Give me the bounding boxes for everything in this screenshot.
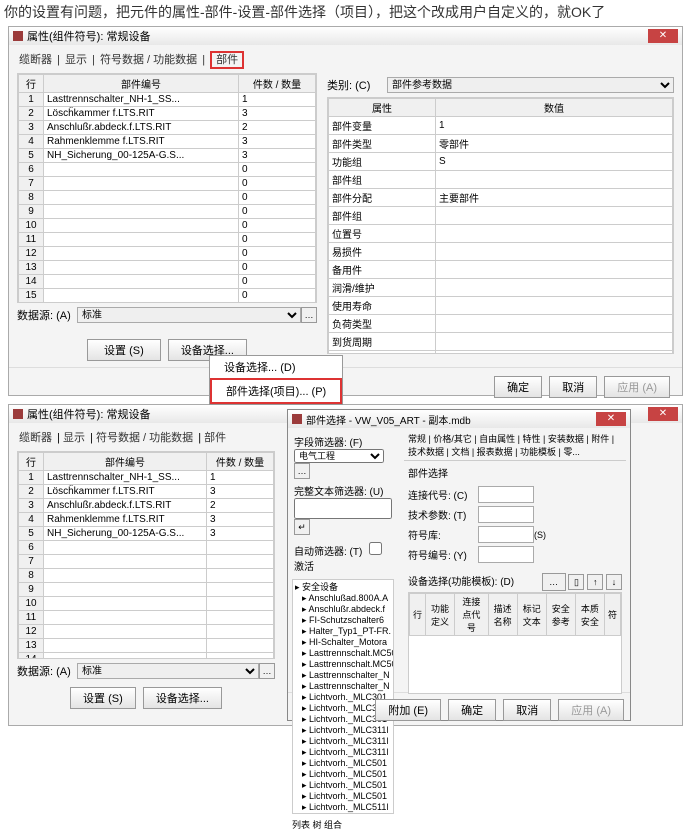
tree-item[interactable]: ▸ Lasttrennschalter_N: [295, 681, 391, 692]
view-tabs[interactable]: 列表 树 组合: [290, 816, 398, 833]
part-select-popup: 部件选择 - VW_V05_ART - 副本.mdb ✕ 字段筛选器: (F) …: [287, 409, 631, 721]
popup-add-button[interactable]: 附加 (E): [375, 699, 441, 721]
tab-cable[interactable]: 缆断器: [19, 432, 52, 444]
conn-label: 连接代号: (C): [408, 487, 478, 502]
tree-item[interactable]: ▸ Lasttrennschalt.MC501: [295, 659, 391, 670]
col-attr: 属性: [329, 99, 436, 117]
tree-item[interactable]: ▸ Anschlußad.800A.A: [295, 593, 391, 604]
tech-input[interactable]: [478, 506, 534, 523]
ok-button[interactable]: 确定: [494, 376, 542, 398]
close-button[interactable]: ✕: [648, 407, 678, 421]
app-icon: [292, 414, 302, 424]
col-qty: 件数 / 数量: [239, 75, 316, 93]
autofilter-label: 自动筛选器: (T): [294, 547, 362, 558]
popup-title: 部件选择 - VW_V05_ART - 副本.mdb: [306, 412, 471, 427]
menu-part-select-project[interactable]: 部件选择(项目)... (P): [210, 378, 342, 404]
datasource-select[interactable]: 标准: [77, 307, 301, 323]
autofilter-check[interactable]: [369, 542, 382, 555]
datasource-browse-2[interactable]: …: [259, 663, 275, 679]
popup-ok-button[interactable]: 确定: [448, 699, 496, 721]
tree-item[interactable]: ▸ HI-Schalter_Motora: [295, 637, 391, 648]
datasource-label: 数据源: (A): [17, 663, 77, 679]
tree-item[interactable]: ▸ Lichtvorh._MLC501: [295, 780, 391, 791]
close-button[interactable]: ✕: [648, 29, 678, 43]
fulltext-go[interactable]: ↵: [294, 519, 310, 535]
devsel-browse[interactable]: …: [542, 573, 566, 591]
tree-item[interactable]: ▸ Lichtvorh._MLC311l: [295, 736, 391, 747]
popup-close[interactable]: ✕: [596, 412, 626, 426]
symnum-label: 符号编号: (Y): [408, 547, 478, 562]
tab-parts[interactable]: 部件: [210, 51, 244, 69]
tree-item[interactable]: ▸ Lichtvorh._MLC501: [295, 791, 391, 802]
fulltext-input[interactable]: [294, 498, 392, 519]
part-select-section: 部件选择: [408, 465, 622, 480]
tree-item[interactable]: ▸ Lichtvorh._MLC511l: [295, 802, 391, 813]
tree-item[interactable]: ▸ Lichtvorh._MLC311l: [295, 747, 391, 758]
app-icon: [13, 31, 23, 41]
settings-dropdown: 设备选择... (D) 部件选择(项目)... (P): [209, 355, 343, 405]
category-label: 类别: (C): [327, 77, 387, 93]
parts-table-2[interactable]: 行 部件编号 件数 / 数量 1Lasttrennschalter_NH-1_S…: [18, 452, 274, 659]
sym-label: 符号库:: [408, 527, 478, 542]
datasource-label: 数据源: (A): [17, 307, 77, 323]
tab-parts[interactable]: 部件: [204, 432, 226, 444]
field-filter-label: 字段筛选器: (F): [294, 434, 394, 449]
conn-input[interactable]: [478, 486, 534, 503]
tab-display[interactable]: 显示: [63, 432, 85, 444]
devsel-down[interactable]: ↓: [606, 574, 622, 590]
tree-item[interactable]: ▸ Lichtvorh._MLC501: [295, 769, 391, 780]
tab-strip-1: 缆断器 | 显示 | 符号数据 / 功能数据 | 部件: [9, 45, 682, 69]
cancel-button[interactable]: 取消: [549, 376, 597, 398]
popup-apply-button[interactable]: 应用 (A): [558, 699, 624, 721]
popup-cancel-button[interactable]: 取消: [503, 699, 551, 721]
sym-input[interactable]: [478, 526, 534, 543]
tab-symboldata[interactable]: 符号数据 / 功能数据: [96, 432, 193, 444]
tree-item[interactable]: ▸ Lasttrennschalt.MC501: [295, 648, 391, 659]
properties-window-1: 属性(组件符号): 常规设备 ✕ 缆断器 | 显示 | 符号数据 / 功能数据 …: [8, 26, 683, 396]
tree-item[interactable]: ▸ Lichtvorh._MLC501: [295, 758, 391, 769]
field-filter-select[interactable]: 电气工程: [294, 449, 384, 463]
device-select-button-2[interactable]: 设备选择...: [143, 687, 222, 709]
filter-browse[interactable]: …: [294, 463, 310, 479]
fulltext-label: 完整文本筛选器: (U): [294, 483, 394, 498]
instruction-text: 你的设置有问题，把元件的属性-部件-设置-部件选择（项目），把这个改成用户自定义…: [0, 0, 691, 24]
app-icon: [13, 409, 23, 419]
settings-button[interactable]: 设置 (S): [87, 339, 161, 361]
col-val: 数值: [436, 99, 673, 117]
col-row: 行: [19, 75, 44, 93]
col-partno: 部件编号: [44, 75, 239, 93]
category-select[interactable]: 部件参考数据: [387, 77, 674, 93]
symnum-input[interactable]: [478, 546, 534, 563]
menu-device-select[interactable]: 设备选择... (D): [210, 356, 342, 378]
datasource-select-2[interactable]: 标准: [77, 663, 259, 679]
parts-table[interactable]: 行 部件编号 件数 / 数量 1Lasttrennschalter_NH-1_S…: [18, 74, 316, 303]
tree-item[interactable]: ▸ Lichtvorh._MLC311l: [295, 725, 391, 736]
titlebar-1: 属性(组件符号): 常规设备 ✕: [9, 27, 682, 45]
properties-window-2: 属性(组件符号): 常规设备 ✕ 缆断器 | 显示 | 符号数据 / 功能数据 …: [8, 404, 683, 726]
tech-label: 技术参数: (T): [408, 507, 478, 522]
device-template-table[interactable]: 行功能定义连接点代号描述名称标记文本安全参考本质安全符: [408, 592, 622, 694]
tree-item[interactable]: ▸ Anschlußr.abdeck.f: [295, 604, 391, 615]
apply-button[interactable]: 应用 (A): [604, 376, 670, 398]
settings-button-2[interactable]: 设置 (S): [70, 687, 136, 709]
window-title-1: 属性(组件符号): 常规设备: [27, 28, 150, 44]
popup-tabs[interactable]: 常规 | 价格/其它 | 自由属性 | 特性 | 安装数据 | 附件 | 技术数…: [404, 430, 626, 461]
devsel-btn2[interactable]: ▯: [568, 574, 584, 590]
devsel-up[interactable]: ↑: [587, 574, 603, 590]
tree-item[interactable]: ▸ FI-Schutzschalter6: [295, 615, 391, 626]
tree-item[interactable]: ▸ Halter_Typ1_PT-FR.: [295, 626, 391, 637]
tab-display[interactable]: 显示: [65, 54, 87, 66]
reference-data-table[interactable]: 属性 数值 部件变量1部件类型零部件功能组S部件组部件分配主要部件部件组位置号易…: [328, 98, 673, 354]
datasource-browse[interactable]: …: [301, 307, 317, 323]
popup-titlebar: 部件选择 - VW_V05_ART - 副本.mdb ✕: [288, 410, 630, 428]
tab-cable[interactable]: 缆断器: [19, 54, 52, 66]
tree-root[interactable]: ▸ 安全设备: [293, 580, 393, 593]
tree-item[interactable]: ▸ Lasttrennschalter_N: [295, 670, 391, 681]
tab-symboldata[interactable]: 符号数据 / 功能数据: [100, 54, 197, 66]
devsel-label: 设备选择(功能模板): (D): [408, 577, 514, 588]
window-title-2: 属性(组件符号): 常规设备: [27, 406, 150, 422]
